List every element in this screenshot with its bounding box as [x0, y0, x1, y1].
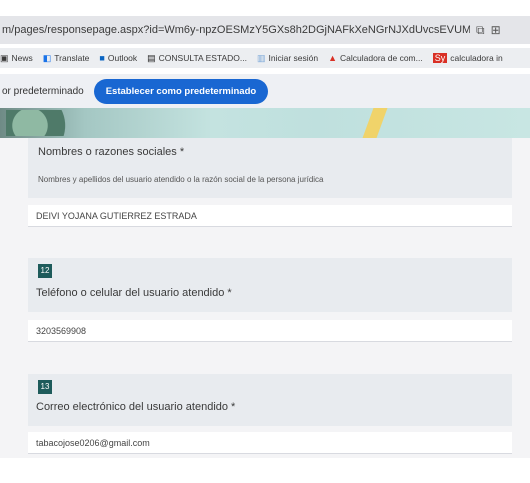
default-browser-infobar: or predeterminado Establecer como predet… [0, 74, 530, 108]
question-number-badge: 13 [38, 380, 52, 394]
question-description: Nombres y apellidos del usuario atendido… [38, 175, 324, 184]
page-bottom [0, 458, 530, 483]
extensions-icon[interactable]: ⊞ [491, 23, 501, 37]
bookmark-label: calculadora in [450, 53, 503, 63]
bookmarks-bar: ▣ News ◧ Translate ■ Outlook ▤ CONSULTA ESTA… [0, 48, 530, 68]
form-header-image [0, 108, 530, 138]
calculator-icon: ▲ [328, 53, 338, 63]
question-title: Correo electrónico del usuario atendido … [36, 401, 236, 413]
question-12-header: 12 Teléfono o celular del usuario atendi… [28, 258, 512, 312]
question-title: Nombres o razones sociales * [38, 146, 185, 158]
bookmark-outlook[interactable]: ■ Outlook [99, 53, 137, 63]
translate-icon: ◧ [42, 52, 52, 63]
bookmark-label: CONSULTA ESTADO... [158, 53, 247, 63]
outlook-icon: ■ [99, 53, 105, 63]
bookmark-label: Translate [54, 53, 90, 63]
question-title: Teléfono o celular del usuario atendido … [36, 287, 232, 299]
succulent-image [6, 110, 86, 136]
bookmark-consulta[interactable]: ▤ CONSULTA ESTADO... [147, 53, 247, 64]
bookmark-label: Outlook [107, 53, 138, 63]
news-icon: ▣ [0, 52, 9, 63]
bookmark-label: Calculadora de com... [340, 53, 423, 63]
question-number-badge: 12 [38, 264, 52, 278]
consulta-icon: ▤ [147, 52, 156, 63]
question-13-header: 13 Correo electrónico del usuario atendi… [28, 374, 512, 426]
bookmark-news[interactable]: ▣ News [0, 53, 33, 64]
calculator-icon-2: Sy [432, 53, 448, 63]
bookmark-label: News [11, 53, 33, 63]
bookmark-label: Iniciar sesión [268, 53, 319, 63]
answer-name-field[interactable]: DEIVI YOJANA GUTIERREZ ESTRADA [28, 205, 512, 227]
login-icon: ▥ [257, 52, 266, 63]
bookmark-calculator[interactable]: ▲ Calculadora de com... [328, 53, 423, 63]
answer-phone-field[interactable]: 3203569908 [28, 320, 512, 342]
bookmark-translate[interactable]: ◧ Translate [43, 53, 90, 64]
answer-email-field[interactable]: tabacojose0206@gmail.com [28, 432, 512, 454]
address-bar[interactable]: m/pages/responsepage.aspx?id=Wm6y-npzOES… [0, 16, 530, 44]
decorative-stripe [362, 108, 388, 138]
set-default-button[interactable]: Establecer como predeterminado [93, 78, 269, 104]
infobar-text: or predeterminado [2, 85, 84, 97]
bookmark-calculator-2[interactable]: Sy calculadora in [432, 53, 503, 63]
url-text[interactable]: m/pages/responsepage.aspx?id=Wm6y-npzOES… [0, 24, 470, 36]
share-icon[interactable]: ⧉ [476, 23, 485, 38]
question-11-header: Nombres o razones sociales * Nombres y a… [28, 138, 512, 198]
bookmark-login[interactable]: ▥ Iniciar sesión [257, 53, 318, 64]
